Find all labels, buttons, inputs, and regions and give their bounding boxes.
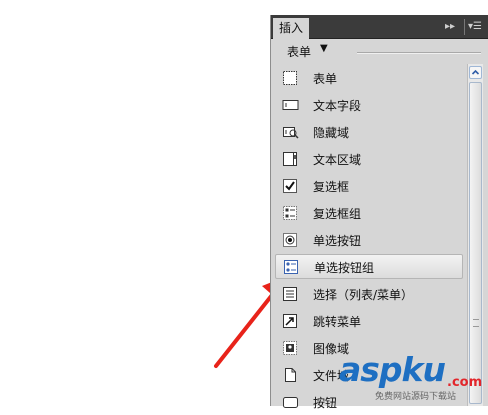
watermark-suffix: .com [447,375,483,390]
list-item-form[interactable]: 表单 [275,66,463,91]
hidden-field-icon [283,127,299,139]
checkbox-group-icon [283,206,297,220]
list-item-text-field[interactable]: 文本字段 [275,93,463,118]
panel-menu-icon[interactable]: ▾☰ [468,15,482,39]
button-icon [283,397,298,408]
item-label: 单选按钮 [313,234,362,248]
item-label: 表单 [313,72,338,86]
watermark-subtitle: 免费网站源码下载站 [375,392,457,402]
item-label: 复选框组 [313,207,362,221]
textarea-icon [283,152,297,166]
list-item-select-list[interactable]: 选择（列表/菜单） [275,282,463,307]
form-icon [283,71,297,85]
watermark-logo: aspku [339,350,446,389]
list-item-radio-group[interactable]: 单选按钮组 [275,254,463,279]
site-watermark: aspku .com 免费网站源码下载站 [339,350,488,406]
item-label: 文本字段 [313,99,362,113]
image-field-icon [283,341,297,355]
chevron-down-icon: ▼ [320,43,328,54]
item-label: 复选框 [313,180,350,194]
radio-group-icon [284,260,298,274]
item-label: 跳转菜单 [313,315,362,329]
item-label: 单选按钮组 [314,261,375,275]
scroll-grip [473,319,479,327]
item-label: 选择（列表/菜单） [313,288,414,302]
scroll-up-button[interactable] [469,66,482,79]
chevron-up-icon [471,69,480,75]
category-divider [357,52,481,54]
collapse-icon[interactable]: ▸▸ [445,15,455,39]
checkbox-icon [283,179,297,193]
list-item-hidden-field[interactable]: 隐藏域 [275,120,463,145]
item-label: 按钮 [313,396,338,410]
tabbar-divider [464,19,465,35]
list-item-jump-menu[interactable]: 跳转菜单 [275,309,463,334]
tab-insert[interactable]: 插入 [273,18,310,39]
list-item-checkbox[interactable]: 复选框 [275,174,463,199]
panel-tabbar: 插入 ▸▸ ▾☰ [271,15,488,39]
insert-panel: 插入 ▸▸ ▾☰ 表单 ▼ 表单 文本字段 隐藏域 文本区域 复选框 复选框组 … [270,15,488,410]
text-field-icon [282,100,299,110]
category-selector[interactable]: 表单 ▼ [271,40,488,64]
item-label: 隐藏域 [313,126,350,140]
list-item-checkbox-group[interactable]: 复选框组 [275,201,463,226]
category-label: 表单 [287,45,312,59]
list-item-textarea[interactable]: 文本区域 [275,147,463,172]
radio-button-icon [283,233,297,247]
item-label: 文本区域 [313,153,362,167]
list-item-radio-button[interactable]: 单选按钮 [275,228,463,253]
jump-menu-icon [283,314,297,328]
file-field-icon [285,368,296,382]
select-list-icon [283,287,297,301]
